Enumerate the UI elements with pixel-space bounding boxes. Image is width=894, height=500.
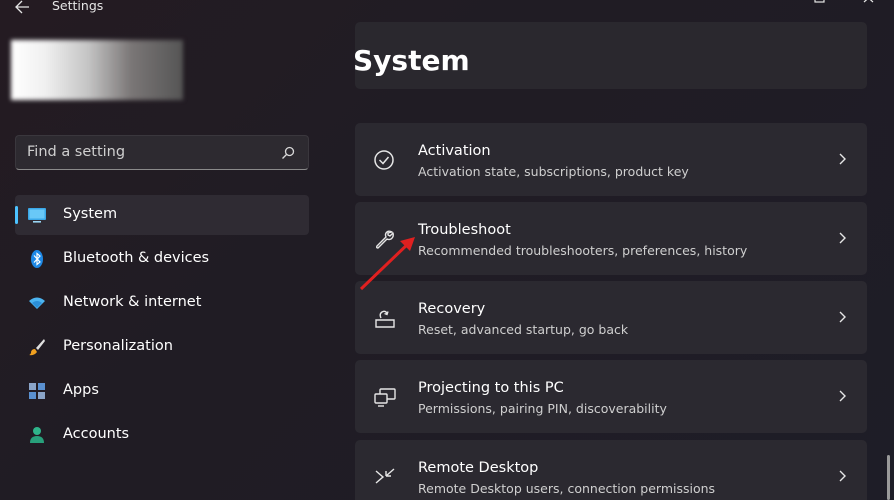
sidebar-item-label: Accounts [63,426,130,442]
page-title: System [353,44,470,77]
sidebar-item-label: Bluetooth & devices [63,250,210,266]
search-icon[interactable] [280,145,296,161]
card-title: Activation [418,143,491,159]
arrow-left-icon[interactable] [12,0,34,17]
card-description: Activation state, subscriptions, product… [418,164,689,179]
chevron-right-icon [839,390,846,402]
sidebar-nav: System Bluetooth & devices Network & int… [15,195,309,459]
app-title: Settings [52,0,104,13]
chevron-right-icon [839,311,846,323]
scrollbar[interactable] [887,455,890,500]
sidebar-item-label: Apps [63,382,99,398]
brush-icon [29,339,45,356]
search-placeholder: Find a setting [27,144,126,160]
card-description: Permissions, pairing PIN, discoverabilit… [418,401,667,416]
person-icon [30,427,44,443]
recovery-card[interactable]: Recovery Reset, advanced startup, go bac… [355,281,867,354]
remote-desktop-icon [375,468,395,484]
chevron-right-icon [839,153,846,165]
card-title: Troubleshoot [418,222,511,238]
monitor-icon [28,208,46,223]
remote-desktop-card[interactable]: Remote Desktop Remote Desktop users, con… [355,440,867,500]
card-title: Remote Desktop [418,460,539,476]
sidebar-item-apps[interactable]: Apps [15,371,309,411]
card-description: Remote Desktop users, connection permiss… [418,481,716,496]
sidebar-item-system[interactable]: System [15,195,309,235]
card-description: Reset, advanced startup, go back [418,322,629,337]
wifi-icon [29,297,45,309]
apps-icon [29,383,45,399]
projecting-card[interactable]: Projecting to this PC Permissions, pairi… [355,360,867,433]
card-title: Projecting to this PC [418,380,564,396]
card-description: Recommended troubleshooters, preferences… [418,243,748,258]
bluetooth-icon [31,250,43,268]
active-indicator [15,206,18,224]
sidebar-item-personalization[interactable]: Personalization [15,327,309,367]
sidebar-item-label: System [63,206,118,222]
chevron-right-icon [839,232,846,244]
sidebar-item-bluetooth[interactable]: Bluetooth & devices [15,239,309,279]
search-input[interactable]: Find a setting [15,135,309,170]
card-title: Recovery [418,301,486,317]
troubleshoot-card[interactable]: Troubleshoot Recommended troubleshooters… [355,202,867,275]
sidebar-item-accounts[interactable]: Accounts [15,415,309,455]
project-icon [374,388,396,407]
sidebar-item-label: Personalization [63,338,173,354]
check-circle-icon [374,150,394,170]
recovery-icon [375,310,395,328]
avatar[interactable] [11,40,183,100]
annotation-arrow-icon [359,237,415,291]
sidebar-item-label: Network & internet [63,294,202,310]
activation-card[interactable]: Activation Activation state, subscriptio… [355,123,867,196]
chevron-right-icon [839,470,846,482]
sidebar-item-network[interactable]: Network & internet [15,283,309,323]
